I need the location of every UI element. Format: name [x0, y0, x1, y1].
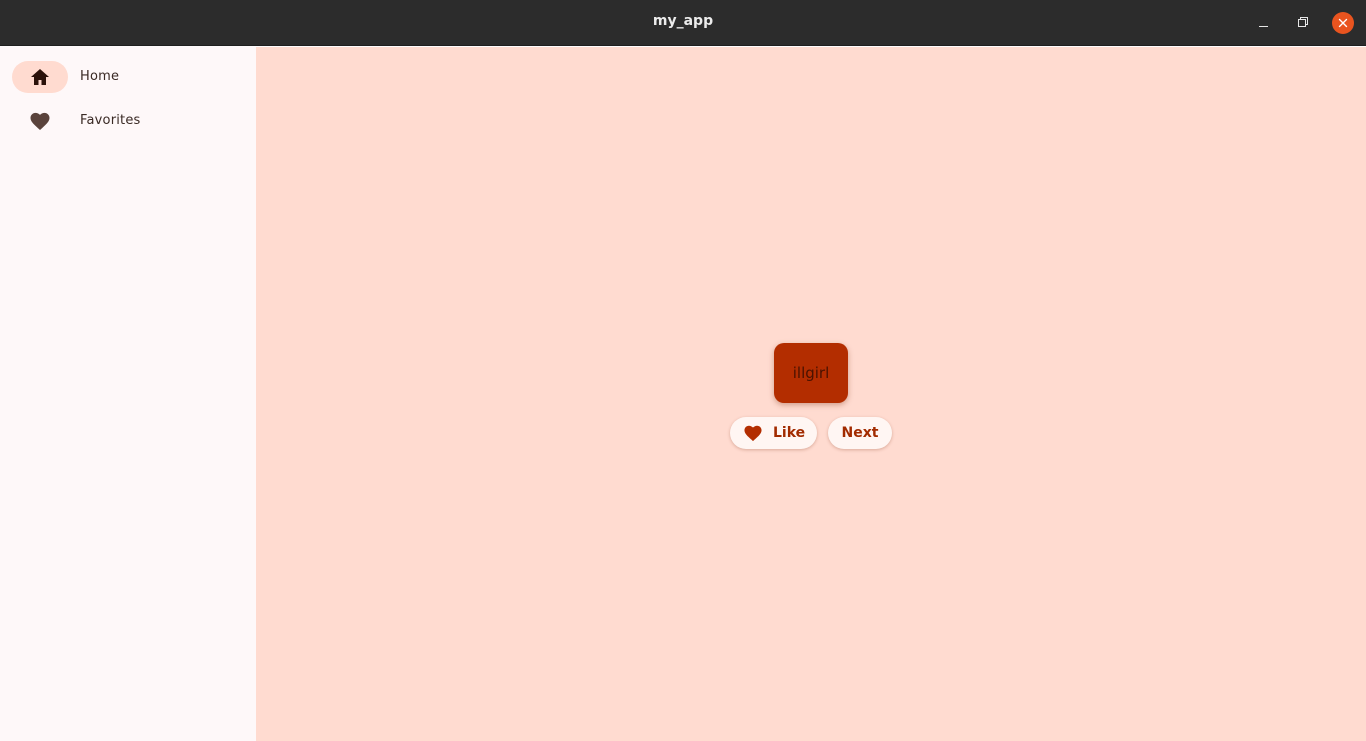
minimize-icon	[1258, 25, 1268, 27]
nav-label-favorites: Favorites	[80, 113, 141, 128]
word-pair-card: illgirl	[774, 343, 848, 403]
heart-icon	[30, 112, 50, 130]
heart-icon	[744, 425, 762, 442]
minimize-button[interactable]	[1252, 12, 1274, 34]
nav-item-home[interactable]: Home	[12, 61, 242, 93]
maximize-button[interactable]	[1291, 12, 1313, 34]
next-button-label: Next	[841, 425, 879, 441]
window-title: my_app	[652, 13, 714, 29]
next-button[interactable]: Next	[828, 417, 892, 449]
like-button-label: Like	[773, 425, 806, 441]
app-window: my_app Home Favorites illgirl Like Next	[0, 0, 1366, 741]
title-bar[interactable]: my_app	[0, 0, 1366, 46]
navigation-rail: Home Favorites	[0, 47, 256, 741]
nav-item-favorites[interactable]: Favorites	[12, 105, 242, 137]
maximize-icon	[1298, 19, 1306, 27]
like-button[interactable]: Like	[730, 417, 817, 449]
close-icon	[1338, 18, 1348, 28]
close-button[interactable]	[1332, 12, 1354, 34]
word-pair-text: illgirl	[792, 364, 830, 382]
home-page: illgirl Like Next	[256, 47, 1366, 741]
nav-label-home: Home	[80, 69, 120, 84]
home-icon	[31, 69, 49, 85]
